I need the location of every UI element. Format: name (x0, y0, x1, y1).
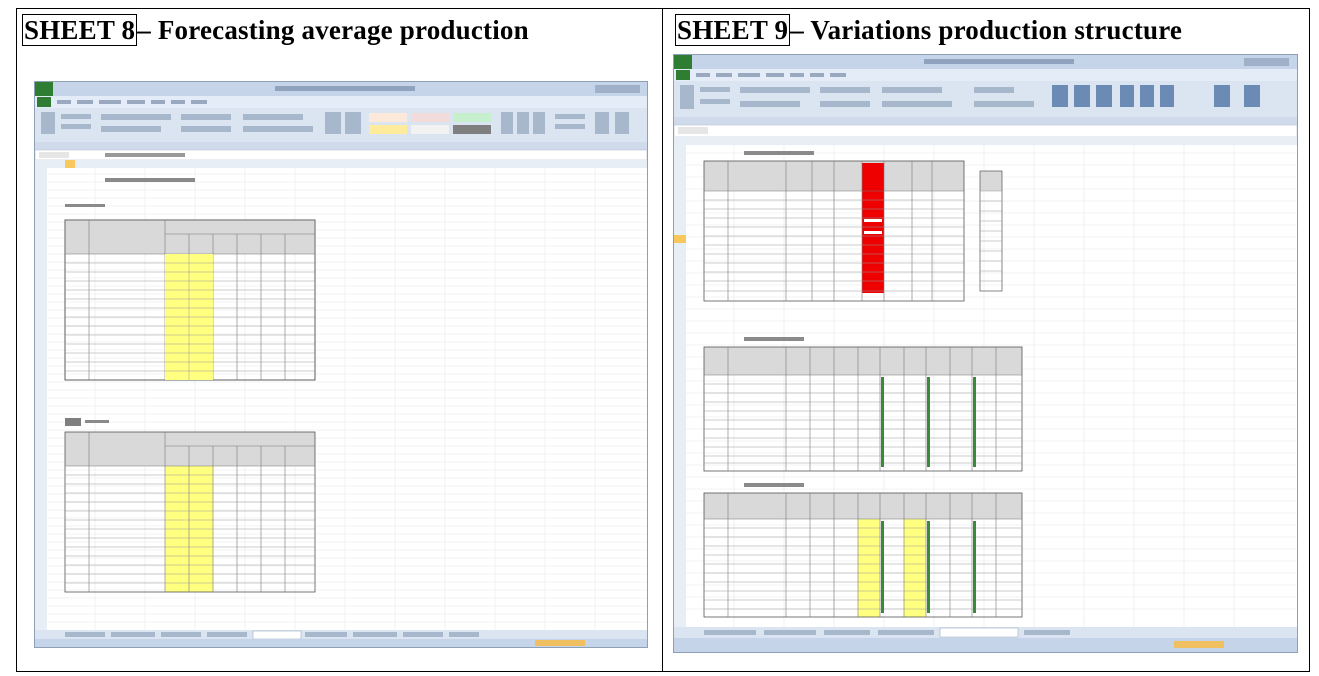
sheet-8-label: SHEET 8 (22, 14, 138, 46)
sheet-8-excel-image (35, 82, 647, 647)
sheet-8-screenshot (34, 81, 648, 648)
sheet-9-cell: SHEET 9– Variations production structure (663, 9, 1309, 671)
sheet-8-title: – Forecasting average production (137, 15, 529, 45)
sheet-9-label: SHEET 9 (675, 14, 791, 46)
sheet-9-excel-image (674, 55, 1297, 652)
sheet-8-heading: SHEET 8– Forecasting average production (22, 14, 529, 46)
sheet-9-title: – Variations production structure (790, 15, 1183, 45)
sheet-9-screenshot (673, 54, 1298, 653)
sheet-9-heading: SHEET 9– Variations production structure (675, 14, 1183, 46)
sheet-8-cell: SHEET 8– Forecasting average production (17, 9, 663, 671)
document-table: SHEET 8– Forecasting average production (16, 8, 1310, 672)
